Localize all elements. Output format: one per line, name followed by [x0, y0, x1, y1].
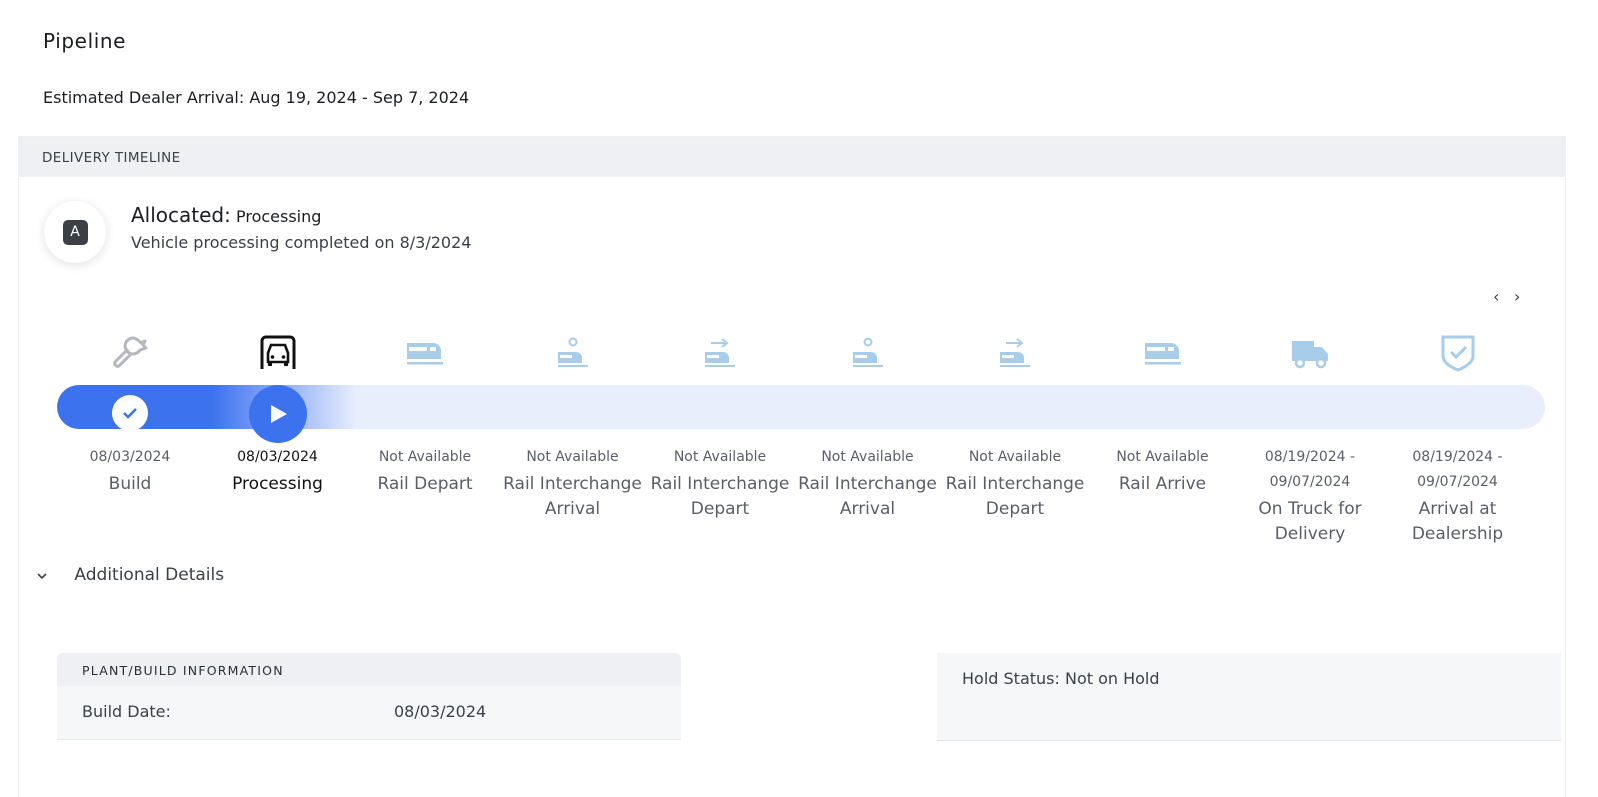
step-date: Not Available — [1116, 449, 1209, 465]
step-marker — [204, 385, 352, 443]
step-label: Rail Interchange Depart — [945, 474, 1085, 519]
timeline-step: 08/03/2024 Processing — [204, 333, 352, 497]
timeline-prev-button[interactable]: ‹ — [1493, 287, 1499, 306]
eta-value: Aug 19, 2024 - Sep 7, 2024 — [249, 88, 470, 107]
rail-interchange-depart-icon — [646, 333, 794, 373]
step-label: Rail Depart — [377, 474, 473, 494]
delivery-timeline-card: DELIVERY TIMELINE A Allocated: Processin… — [18, 136, 1566, 797]
rail-interchange-arrival-icon — [794, 333, 942, 373]
step-label: On Truck for Delivery — [1258, 499, 1362, 544]
check-icon — [112, 395, 148, 431]
step-marker — [56, 385, 204, 441]
timeline-step: Not Available Rail Interchange Depart — [646, 333, 794, 522]
status-value: Processing — [235, 207, 322, 226]
step-date: 08/19/2024 - 09/07/2024 — [1412, 449, 1503, 490]
timeline-next-button[interactable]: › — [1514, 287, 1520, 306]
timeline-step: 08/03/2024 Build — [56, 333, 204, 497]
play-icon — [248, 385, 307, 443]
step-date: Not Available — [673, 449, 767, 465]
step-label: Rail Interchange Depart — [650, 474, 790, 519]
step-label: Build — [108, 474, 152, 494]
hold-status-panel: Hold Status: Not on Hold — [937, 653, 1561, 741]
step-label: Processing — [232, 474, 323, 494]
status-avatar: A — [44, 201, 106, 263]
wrench-icon — [56, 333, 204, 373]
step-marker — [794, 385, 942, 441]
timeline-step: Not Available Rail Arrive — [1089, 333, 1237, 497]
rail-interchange-depart-icon — [941, 333, 1089, 373]
chevron-down-icon — [37, 568, 55, 584]
eta-label: Estimated Dealer Arrival: — [43, 88, 245, 107]
shield-check-icon — [1384, 333, 1532, 373]
build-date-row: Build Date: 08/03/2024 — [57, 686, 681, 740]
status-badge: A — [62, 219, 88, 245]
delivery-timeline-header: DELIVERY TIMELINE — [19, 137, 1565, 177]
step-date: Not Available — [526, 449, 619, 465]
step-date: 08/03/2024 — [89, 449, 171, 465]
estimated-arrival: Estimated Dealer Arrival: Aug 19, 2024 -… — [43, 88, 469, 107]
step-date: Not Available — [968, 449, 1062, 465]
step-marker — [351, 385, 499, 441]
page-title: Pipeline — [43, 29, 127, 53]
step-marker — [1236, 385, 1384, 441]
step-date: Not Available — [821, 449, 914, 465]
status-line: Allocated: Processing — [131, 203, 321, 227]
build-date-label: Build Date: — [82, 702, 171, 721]
timeline-step: 08/19/2024 - 09/07/2024 Arrival at Dealer… — [1384, 333, 1532, 547]
step-date: 08/19/2024 - 09/07/2024 — [1264, 449, 1356, 490]
step-marker — [646, 385, 794, 441]
status-label: Allocated: — [131, 203, 231, 227]
plant-build-header: PLANT/BUILD INFORMATION — [57, 653, 681, 686]
timeline-step: Not Available Rail Interchange Arrival — [794, 333, 942, 522]
build-date-value: 08/03/2024 — [394, 702, 487, 721]
step-label: Arrival at Dealership — [1411, 499, 1504, 544]
hold-status-text: Hold Status: Not on Hold — [962, 669, 1160, 688]
timeline-step: Not Available Rail Depart — [351, 333, 499, 497]
timeline-step: Not Available Rail Interchange Arrival — [499, 333, 647, 522]
step-label: Rail Interchange Arrival — [503, 474, 642, 519]
step-marker — [1384, 385, 1532, 441]
step-marker — [941, 385, 1089, 441]
train-icon — [1089, 333, 1237, 373]
step-marker — [1089, 385, 1237, 441]
additional-details-label: Additional Details — [74, 565, 225, 585]
additional-details-toggle[interactable]: Additional Details — [37, 565, 224, 585]
rail-interchange-arrival-icon — [499, 333, 647, 373]
step-date: Not Available — [378, 449, 472, 465]
vehicle-processing-icon — [204, 333, 352, 373]
step-marker — [499, 385, 647, 441]
step-label: Rail Arrive — [1118, 474, 1207, 494]
timeline-step: 08/19/2024 - 09/07/2024 On Truck for Deli… — [1236, 333, 1384, 547]
truck-icon — [1236, 333, 1384, 373]
plant-build-panel: PLANT/BUILD INFORMATION Build Date: 08/0… — [57, 653, 681, 740]
timeline-step: Not Available Rail Interchange Depart — [941, 333, 1089, 522]
step-label: Rail Interchange Arrival — [798, 474, 937, 519]
step-date: 08/03/2024 — [237, 449, 318, 465]
status-description: Vehicle processing completed on 8/3/2024 — [131, 233, 472, 252]
train-icon — [351, 333, 499, 373]
